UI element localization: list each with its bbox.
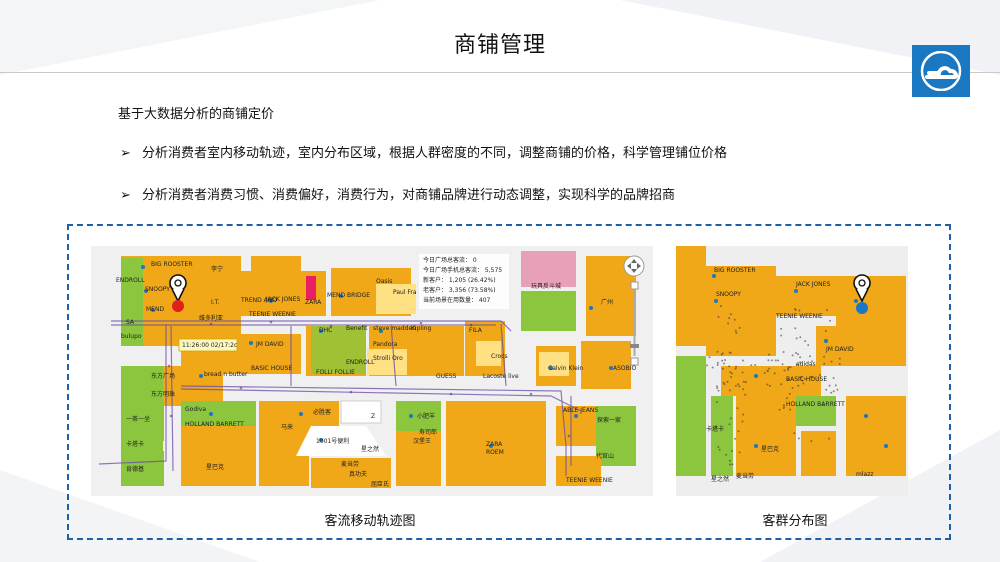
shop-label: Oasis (376, 278, 392, 285)
shop-label: GUESS (436, 373, 457, 380)
traffic-track-map[interactable]: BIG ROOSTER 李宁 SNOOPY TREND ANO Oasis MEND BR… (91, 246, 653, 496)
shop-label: JM DAVID (255, 341, 284, 348)
shop-label: MEND BRIDGE (327, 292, 370, 299)
bullet-item: ➢ 分析消费者消费习惯、消费偏好，消费行为，对商铺品牌进行动态调整，实现科学的品牌… (120, 184, 675, 203)
shop-label: ENDROLL (346, 359, 375, 366)
shop-label: TEENIE WEENIE (775, 313, 823, 320)
shop-label: TEENIE WEENIE (565, 477, 613, 484)
shop-label: BASIC HOUSE (251, 365, 292, 372)
shop-label: bread n butter (204, 371, 248, 378)
shop-label: bulupo (121, 333, 142, 340)
traffic-stat: 老客户： 3,356 (73.58%) (423, 286, 496, 294)
traffic-stat: 今日广场总客流： 0 (423, 256, 477, 264)
shop-label: 星之然 (361, 445, 379, 453)
shop-label: 马来 (281, 423, 293, 431)
shop-label: TEENIE WEENIE (248, 311, 296, 318)
shop-label: adidas (796, 361, 816, 368)
shop-label: Kipling (411, 325, 432, 332)
shop-label: 麦当劳 (341, 460, 359, 468)
shop-label: SNOOPY (145, 286, 170, 293)
shop-label: ZARA (305, 299, 322, 306)
shop-label: 星巴克 (206, 463, 224, 471)
shop-label: 星之然 (711, 475, 729, 483)
shop-label: 东方广场 (151, 372, 175, 380)
shop-label: SA (126, 319, 135, 326)
track-timestamp: 11:26:00 02/17:2c (182, 342, 237, 349)
shop-label: BIG ROOSTER (151, 261, 193, 268)
shop-label: 探索一家 (597, 416, 621, 424)
shop-label: FILA (469, 327, 483, 334)
shop-label: Z (371, 413, 375, 420)
shop-label: Calvin Klein (548, 365, 583, 372)
bullet-text: 分析消费者室内移动轨迹，室内分布区域，根据人群密度的不同，调整商铺的价格，科学管… (142, 146, 728, 161)
shop-label: ROEM (486, 449, 504, 456)
shop-label: 麦当劳 (736, 472, 754, 480)
shop-label: 玩具反斗城 (531, 282, 561, 290)
shop-label: 寿司郎 (419, 428, 437, 436)
traffic-stat: 今日广场手机总客流： 5,575 (423, 266, 502, 274)
page-title: 商铺管理 (453, 33, 546, 58)
crowd-distribution-map[interactable]: BIG ROOSTER SNOOPY TEENIE WEENIE JACK JONES… (676, 246, 908, 496)
shop-label: 维多利亚 (199, 314, 223, 322)
shop-label: HOLLAND BARRETT (185, 421, 244, 428)
shop-label: mlazz (856, 471, 874, 478)
shop-label: ENDROLL (116, 277, 145, 284)
arrow-bullet-icon: ➢ (120, 188, 131, 203)
bullet-text: 分析消费者消费习惯、消费偏好，消费行为，对商铺品牌进行动态调整，实现科学的品牌招… (142, 188, 676, 203)
shop-label: Godiva (185, 406, 206, 413)
title-divider (0, 72, 1000, 73)
shop-label: 代官山 (596, 452, 614, 460)
shop-label: 小肥羊 (417, 412, 435, 420)
bullet-item: ➢ 分析消费者室内移动轨迹，室内分布区域，根据人群密度的不同，调整商铺的价格，科学… (120, 142, 727, 161)
cloud-logo-icon (912, 45, 970, 97)
shop-label: 1001号便利 (316, 437, 349, 445)
shop-label: 李宁 (211, 265, 223, 273)
shop-label: 必胜客 (313, 408, 331, 416)
traffic-track-caption: 客流移动轨迹图 (324, 514, 416, 529)
shop-label: Lacoste live (483, 373, 519, 380)
shop-label: ZARA (486, 441, 503, 448)
shop-label: Benefit (346, 325, 368, 332)
shop-label: Paul Fra (393, 289, 417, 296)
shop-label: 东方明珠 (151, 390, 175, 398)
traffic-stat: 当前场景在用数量： 407 (423, 296, 491, 304)
crowd-distribution-caption: 客群分布图 (762, 514, 828, 529)
shop-label: 卡塔卡 (706, 425, 724, 433)
shop-label: ASOBIO (613, 365, 637, 372)
subtitle: 基于大数据分析的商铺定价 (118, 107, 275, 122)
shop-label: Crocs (491, 353, 508, 360)
shop-label: FOLLI FOLLIE (316, 369, 355, 376)
shop-label: 星巴克 (761, 445, 779, 453)
shop-label: JM DAVID (825, 346, 854, 353)
shop-label: SNOOPY (716, 291, 741, 298)
shop-label: 卡塔卡 (126, 440, 144, 448)
shop-label: 汉堡王 (413, 437, 431, 445)
shop-label: 屈臣氏 (371, 480, 389, 488)
arrow-bullet-icon: ➢ (120, 146, 131, 161)
shop-label: HOLLAND BARRETT (786, 401, 845, 408)
shop-label: Strolli Oro (373, 355, 403, 362)
shop-label: Pandora (373, 341, 398, 348)
shop-label: DHC (319, 327, 332, 334)
shop-label: JACK JONES (265, 296, 300, 303)
shop-label: 真功夫 (349, 470, 367, 478)
shop-label: 广州 (601, 298, 613, 306)
traffic-stat: 新客户： 1,205 (26.42%) (423, 276, 496, 284)
shop-label: JACK JONES (795, 281, 830, 288)
shop-label: MEND (146, 306, 164, 313)
shop-label: steve madden (373, 325, 416, 332)
shop-label: BASIC HOUSE (786, 376, 827, 383)
shop-label: ABLE JEANS (563, 407, 598, 414)
shop-label: BIG ROOSTER (714, 267, 756, 274)
shop-label: 肯德基 (126, 465, 144, 473)
shop-label: I.T. (211, 299, 220, 306)
shop-label: 一茶一坐 (126, 415, 150, 423)
